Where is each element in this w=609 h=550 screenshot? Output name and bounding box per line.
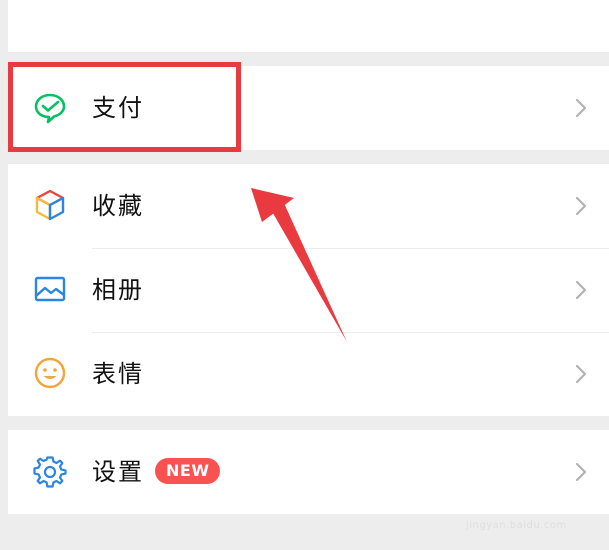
menu-item-favorites[interactable]: 收藏: [8, 164, 609, 248]
chevron-right-icon: [573, 362, 589, 386]
watermark-subtext: jingyan.baidu.com: [466, 520, 567, 531]
watermark-text: Bai经验: [466, 484, 580, 519]
menu-item-stickers[interactable]: 表情: [8, 332, 609, 416]
content-card: 收藏 相册 表情: [8, 164, 609, 416]
top-card: [8, 0, 609, 52]
menu-item-label: 相册: [92, 276, 144, 304]
cube-icon: [32, 187, 68, 223]
watermark: Bai经验 jingyan.baidu.com: [466, 484, 590, 540]
highlight-box: [8, 62, 241, 152]
chevron-right-icon: [573, 460, 589, 484]
new-badge: NEW: [155, 458, 221, 484]
gear-icon: [32, 453, 68, 489]
chevron-right-icon: [573, 194, 589, 218]
menu-item-label: 收藏: [92, 192, 144, 220]
image-icon: [32, 271, 68, 307]
chevron-right-icon: [573, 278, 589, 302]
menu-item-label: 表情: [92, 360, 144, 388]
menu-item-album[interactable]: 相册: [8, 248, 609, 332]
menu-item-label: 设置: [92, 458, 144, 486]
smile-icon: [32, 355, 68, 391]
chevron-right-icon: [573, 96, 589, 120]
